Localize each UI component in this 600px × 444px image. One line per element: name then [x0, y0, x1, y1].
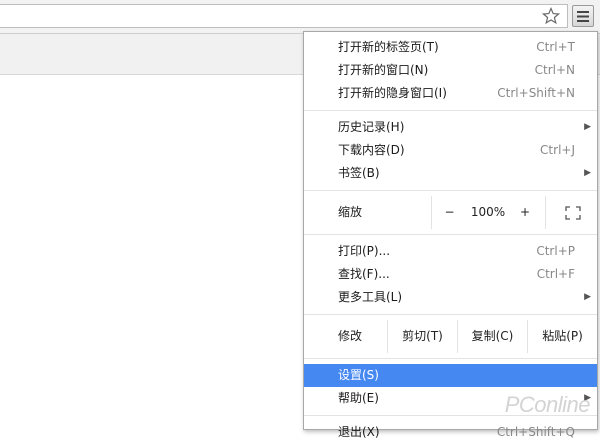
- menu-item-shortcut: Ctrl+N: [534, 63, 575, 77]
- menu-item-history[interactable]: 历史记录(H) ▶: [304, 116, 597, 139]
- edit-label: 修改: [338, 329, 363, 343]
- fullscreen-button[interactable]: [545, 196, 599, 229]
- browser-toolbar: [0, 0, 600, 34]
- menu-separator: [304, 190, 597, 191]
- submenu-arrow-icon: ▶: [584, 292, 591, 302]
- menu-item-label: 打印(P)...: [338, 244, 391, 258]
- address-bar[interactable]: [0, 4, 568, 28]
- zoom-in-button[interactable]: +: [509, 196, 541, 229]
- submenu-arrow-icon: ▶: [584, 168, 591, 178]
- pconline-watermark: PConline: [504, 392, 591, 417]
- chrome-main-menu: 打开新的标签页(T) Ctrl+T 打开新的窗口(N) Ctrl+N 打开新的隐…: [303, 31, 598, 439]
- star-icon[interactable]: [541, 6, 561, 26]
- menu-item-shortcut: Ctrl+F: [536, 267, 575, 281]
- menu-item-label: 下载内容(D): [338, 143, 405, 157]
- menu-item-label: 书签(B): [338, 166, 380, 180]
- menu-item-label: 打开新的窗口(N): [338, 63, 429, 77]
- paste-button[interactable]: 粘贴(P): [527, 320, 597, 353]
- menu-item-print[interactable]: 打印(P)... Ctrl+P: [304, 240, 597, 263]
- edit-row: 修改 剪切(T) 复制(C) 粘贴(P): [304, 320, 597, 353]
- menu-item-new-tab[interactable]: 打开新的标签页(T) Ctrl+T: [304, 36, 597, 59]
- menu-item-label: 打开新的标签页(T): [338, 40, 439, 54]
- menu-item-label: 设置(S): [338, 368, 379, 382]
- menu-item-downloads[interactable]: 下载内容(D) Ctrl+J: [304, 139, 597, 162]
- menu-item-label: 历史记录(H): [338, 120, 405, 134]
- menu-item-settings[interactable]: 设置(S): [304, 364, 597, 387]
- menu-item-label: 更多工具(L): [338, 290, 403, 304]
- menu-item-shortcut: Ctrl+P: [536, 244, 575, 258]
- copy-button[interactable]: 复制(C): [457, 320, 527, 353]
- menu-item-shortcut: Ctrl+Shift+Q: [496, 425, 575, 439]
- chrome-menu-button[interactable]: [572, 5, 594, 27]
- menu-item-label: 查找(F)...: [338, 267, 390, 281]
- menu-separator: [304, 358, 597, 359]
- menu-item-new-incognito-window[interactable]: 打开新的隐身窗口(I) Ctrl+Shift+N: [304, 82, 597, 105]
- menu-item-label: 退出(X): [338, 425, 380, 439]
- menu-item-more-tools[interactable]: 更多工具(L) ▶: [304, 286, 597, 309]
- menu-item-find[interactable]: 查找(F)... Ctrl+F: [304, 263, 597, 286]
- menu-item-shortcut: Ctrl+Shift+N: [497, 86, 575, 100]
- menu-item-shortcut: Ctrl+T: [536, 40, 575, 54]
- menu-item-exit[interactable]: 退出(X) Ctrl+Shift+Q: [304, 421, 597, 444]
- zoom-row: 缩放 − 100% +: [304, 196, 597, 229]
- menu-item-label: 打开新的隐身窗口(I): [338, 86, 447, 100]
- zoom-level: 100%: [470, 205, 506, 219]
- menu-item-label: 帮助(E): [338, 391, 379, 405]
- fullscreen-icon: [564, 205, 581, 220]
- submenu-arrow-icon: ▶: [584, 122, 591, 132]
- menu-separator: [304, 234, 597, 235]
- hamburger-icon: [577, 10, 589, 22]
- menu-item-new-window[interactable]: 打开新的窗口(N) Ctrl+N: [304, 59, 597, 82]
- menu-item-bookmarks[interactable]: 书签(B) ▶: [304, 162, 597, 185]
- zoom-out-button[interactable]: −: [431, 196, 467, 229]
- menu-separator: [304, 314, 597, 315]
- zoom-label: 缩放: [338, 205, 363, 219]
- menu-separator: [304, 110, 597, 111]
- cut-button[interactable]: 剪切(T): [387, 320, 457, 353]
- menu-item-shortcut: Ctrl+J: [540, 143, 575, 157]
